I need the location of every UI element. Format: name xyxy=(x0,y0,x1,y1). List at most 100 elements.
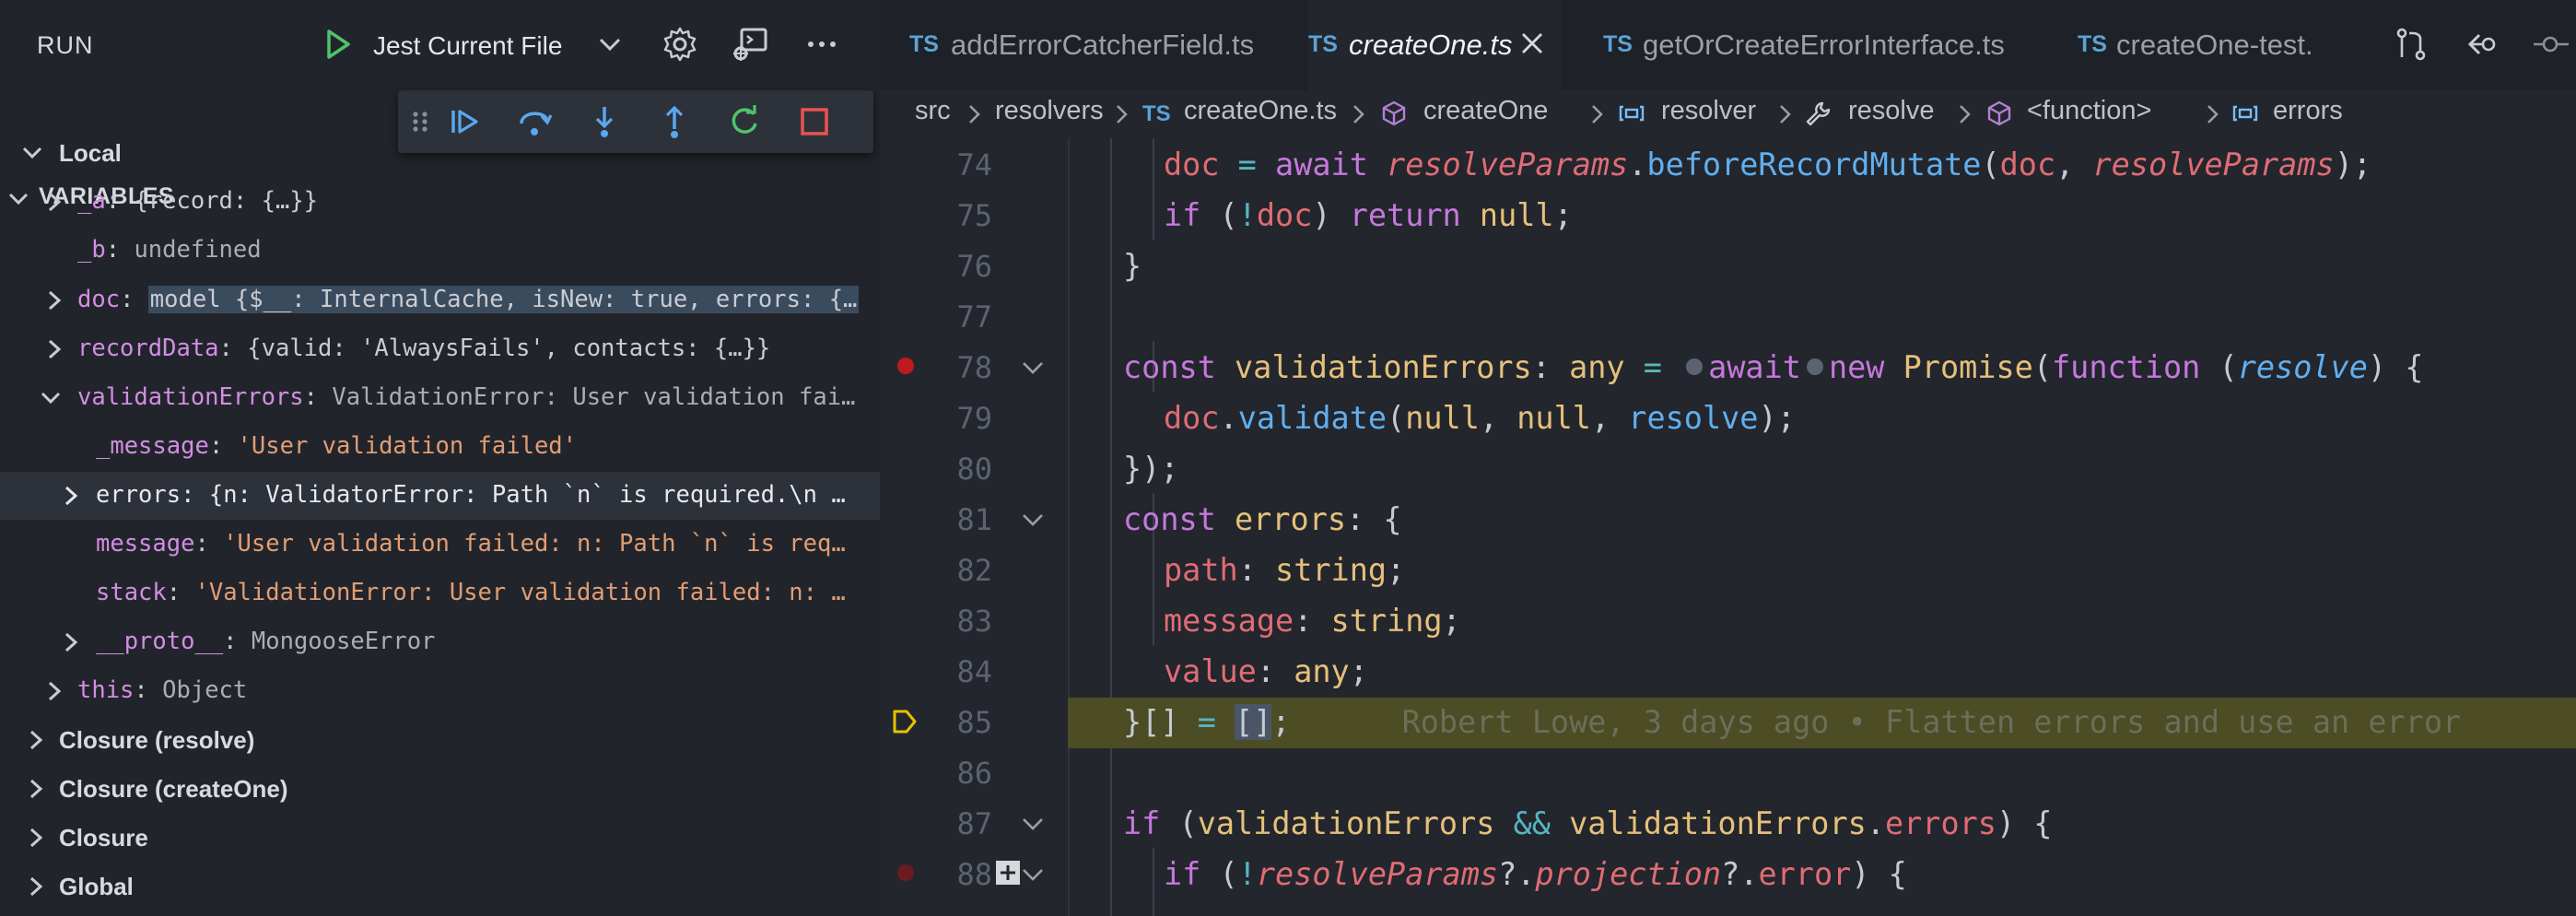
chevron-right-icon[interactable] xyxy=(26,826,46,850)
scope-label: Closure (resolve) xyxy=(59,726,255,754)
step-over-icon[interactable] xyxy=(516,103,553,140)
add-comment-icon[interactable] xyxy=(996,861,1020,885)
scope-global[interactable]: Global xyxy=(0,863,880,910)
line-number: 85 xyxy=(956,705,992,740)
inline-breakpoint-dot[interactable] xyxy=(1686,358,1704,375)
chevron-down-icon[interactable] xyxy=(41,386,61,410)
tab-create-one[interactable]: TS createOne.ts xyxy=(1308,0,1562,90)
chevron-right-icon xyxy=(1117,105,1128,123)
code-area[interactable]: 74 doc = await resolveParams.beforeRecor… xyxy=(880,138,2576,916)
fold-chevron-icon[interactable] xyxy=(1020,511,1046,529)
chevron-right-icon[interactable] xyxy=(44,679,64,703)
drag-handle-icon[interactable] xyxy=(409,103,431,140)
tab-create-one-test[interactable]: TS createOne-test. xyxy=(2078,0,2319,90)
chevron-right-icon[interactable] xyxy=(61,630,81,654)
fold-chevron-icon[interactable] xyxy=(1020,358,1046,377)
code-line[interactable]: 83 message: string; xyxy=(880,594,2576,645)
step-into-icon[interactable] xyxy=(586,103,623,140)
variable-row[interactable]: _message: 'User validation failed' xyxy=(0,423,880,471)
scope-closure-resolve[interactable]: Closure (resolve) xyxy=(0,716,880,764)
code-line[interactable]: 87 if (validationErrors && validationErr… xyxy=(880,797,2576,848)
stop-icon[interactable] xyxy=(796,103,833,140)
chevron-right-icon[interactable] xyxy=(26,875,46,898)
variable-value: Object xyxy=(162,676,248,704)
code-line[interactable]: 80 }); xyxy=(880,442,2576,493)
variable-row[interactable]: __proto__: MongooseError xyxy=(0,618,880,666)
line-number: 75 xyxy=(956,198,992,233)
variable-row[interactable]: stack: 'ValidationError: User validation… xyxy=(0,570,880,617)
debug-console-icon[interactable] xyxy=(731,26,769,65)
breakpoint-icon[interactable] xyxy=(897,864,914,881)
breadcrumb-item[interactable]: resolvers xyxy=(995,96,1104,126)
step-out-icon[interactable] xyxy=(656,103,693,140)
variable-value: model {$__: InternalCache, isNew: true, … xyxy=(147,286,860,313)
go-back-icon[interactable] xyxy=(2465,26,2501,63)
chevron-right-icon[interactable] xyxy=(44,337,64,361)
chevron-right-icon[interactable] xyxy=(61,484,81,508)
code-line[interactable]: 82 path: string; xyxy=(880,544,2576,594)
timeline-icon[interactable] xyxy=(2532,26,2569,63)
code-line[interactable]: 75 if (!doc) return null; xyxy=(880,189,2576,240)
variable-icon xyxy=(1619,105,1645,122)
typescript-file-icon: TS xyxy=(2078,31,2107,57)
variable-row[interactable]: this: Object xyxy=(0,667,880,715)
chevron-down-icon[interactable] xyxy=(597,33,623,55)
code-line[interactable]: 78 const validationErrors: any = await ne… xyxy=(880,341,2576,392)
code-line[interactable]: 81 const errors: { xyxy=(880,493,2576,544)
variable-row[interactable]: doc: model {$__: InternalCache, isNew: t… xyxy=(0,276,880,324)
breadcrumb-item[interactable]: createOne.ts xyxy=(1184,96,1337,126)
breakpoint-icon[interactable] xyxy=(897,358,914,374)
code-line[interactable]: 79 doc.validate(null, null, resolve); xyxy=(880,392,2576,442)
code-line[interactable]: 76 } xyxy=(880,240,2576,290)
editor-tabs: TS addErrorCatcherField.ts TS createOne.… xyxy=(880,0,2576,90)
variable-value: {record: {…}} xyxy=(134,187,319,215)
scope-closure-createone[interactable]: Closure (createOne) xyxy=(0,765,880,813)
fold-chevron-icon[interactable] xyxy=(1020,865,1046,884)
chevron-right-icon[interactable] xyxy=(26,728,46,752)
breadcrumb-item[interactable]: <function> xyxy=(2027,96,2151,126)
close-icon[interactable] xyxy=(1519,30,1545,56)
current-execution-line[interactable]: 85 }[] = []; Robert Lowe, 3 days ago • F… xyxy=(880,696,2576,746)
launch-config-select[interactable]: Jest Current File xyxy=(373,31,562,61)
variable-value: 'ValidationError: User validation failed… xyxy=(194,579,846,606)
scope-label: Local xyxy=(59,139,122,167)
chevron-right-icon[interactable] xyxy=(44,190,64,214)
breadcrumb-item[interactable]: errors xyxy=(2273,96,2343,126)
variable-name: recordData xyxy=(77,335,219,362)
fold-chevron-icon[interactable] xyxy=(1020,815,1046,833)
variable-row[interactable]: _a: {record: {…}} xyxy=(0,178,880,226)
variable-row[interactable]: recordData: {valid: 'AlwaysFails', conta… xyxy=(0,325,880,373)
line-number: 81 xyxy=(956,502,992,537)
tab-get-or-create-error-interface[interactable]: TS getOrCreateErrorInterface.ts xyxy=(1603,0,2064,90)
inline-breakpoint-dot[interactable] xyxy=(1806,358,1823,375)
breadcrumb-item[interactable]: resolver xyxy=(1661,96,1756,126)
variable-name: this xyxy=(77,676,135,704)
start-debugging-icon[interactable] xyxy=(324,28,352,61)
code-line[interactable]: 77 xyxy=(880,290,2576,341)
breadcrumb-item[interactable]: createOne xyxy=(1423,96,1548,126)
more-actions-icon[interactable] xyxy=(803,26,840,63)
breadcrumb-item[interactable]: src xyxy=(915,96,951,126)
restart-icon[interactable] xyxy=(726,103,763,140)
code-line[interactable]: 84 value: any; xyxy=(880,645,2576,696)
chevron-down-icon[interactable] xyxy=(22,141,42,165)
continue-icon[interactable] xyxy=(446,103,483,140)
variable-row[interactable]: validationErrors: ValidationError: User … xyxy=(0,374,880,422)
breadcrumb-item[interactable]: resolve xyxy=(1848,96,1935,126)
open-changes-icon[interactable] xyxy=(2393,26,2430,63)
code-line[interactable]: 86 xyxy=(880,746,2576,797)
chevron-right-icon xyxy=(1592,105,1603,123)
code-line[interactable]: 88 if (!resolveParams?.projection?.error… xyxy=(880,848,2576,898)
paused-arrow-icon xyxy=(893,710,917,734)
variable-name: doc xyxy=(77,286,121,313)
chevron-right-icon xyxy=(1353,105,1364,123)
tab-add-error-catcher-field[interactable]: TS addErrorCatcherField.ts xyxy=(880,0,1308,90)
code-line[interactable]: 74 doc = await resolveParams.beforeRecor… xyxy=(880,138,2576,189)
scope-closure[interactable]: Closure xyxy=(0,814,880,862)
variable-row[interactable]: message: 'User validation failed: n: Pat… xyxy=(0,521,880,569)
variable-row[interactable]: errors: {n: ValidatorError: Path `n` is … xyxy=(0,472,880,520)
chevron-right-icon[interactable] xyxy=(44,288,64,312)
chevron-right-icon[interactable] xyxy=(26,777,46,801)
gear-icon[interactable] xyxy=(662,26,698,63)
variable-row[interactable]: _b: undefined xyxy=(0,227,880,275)
